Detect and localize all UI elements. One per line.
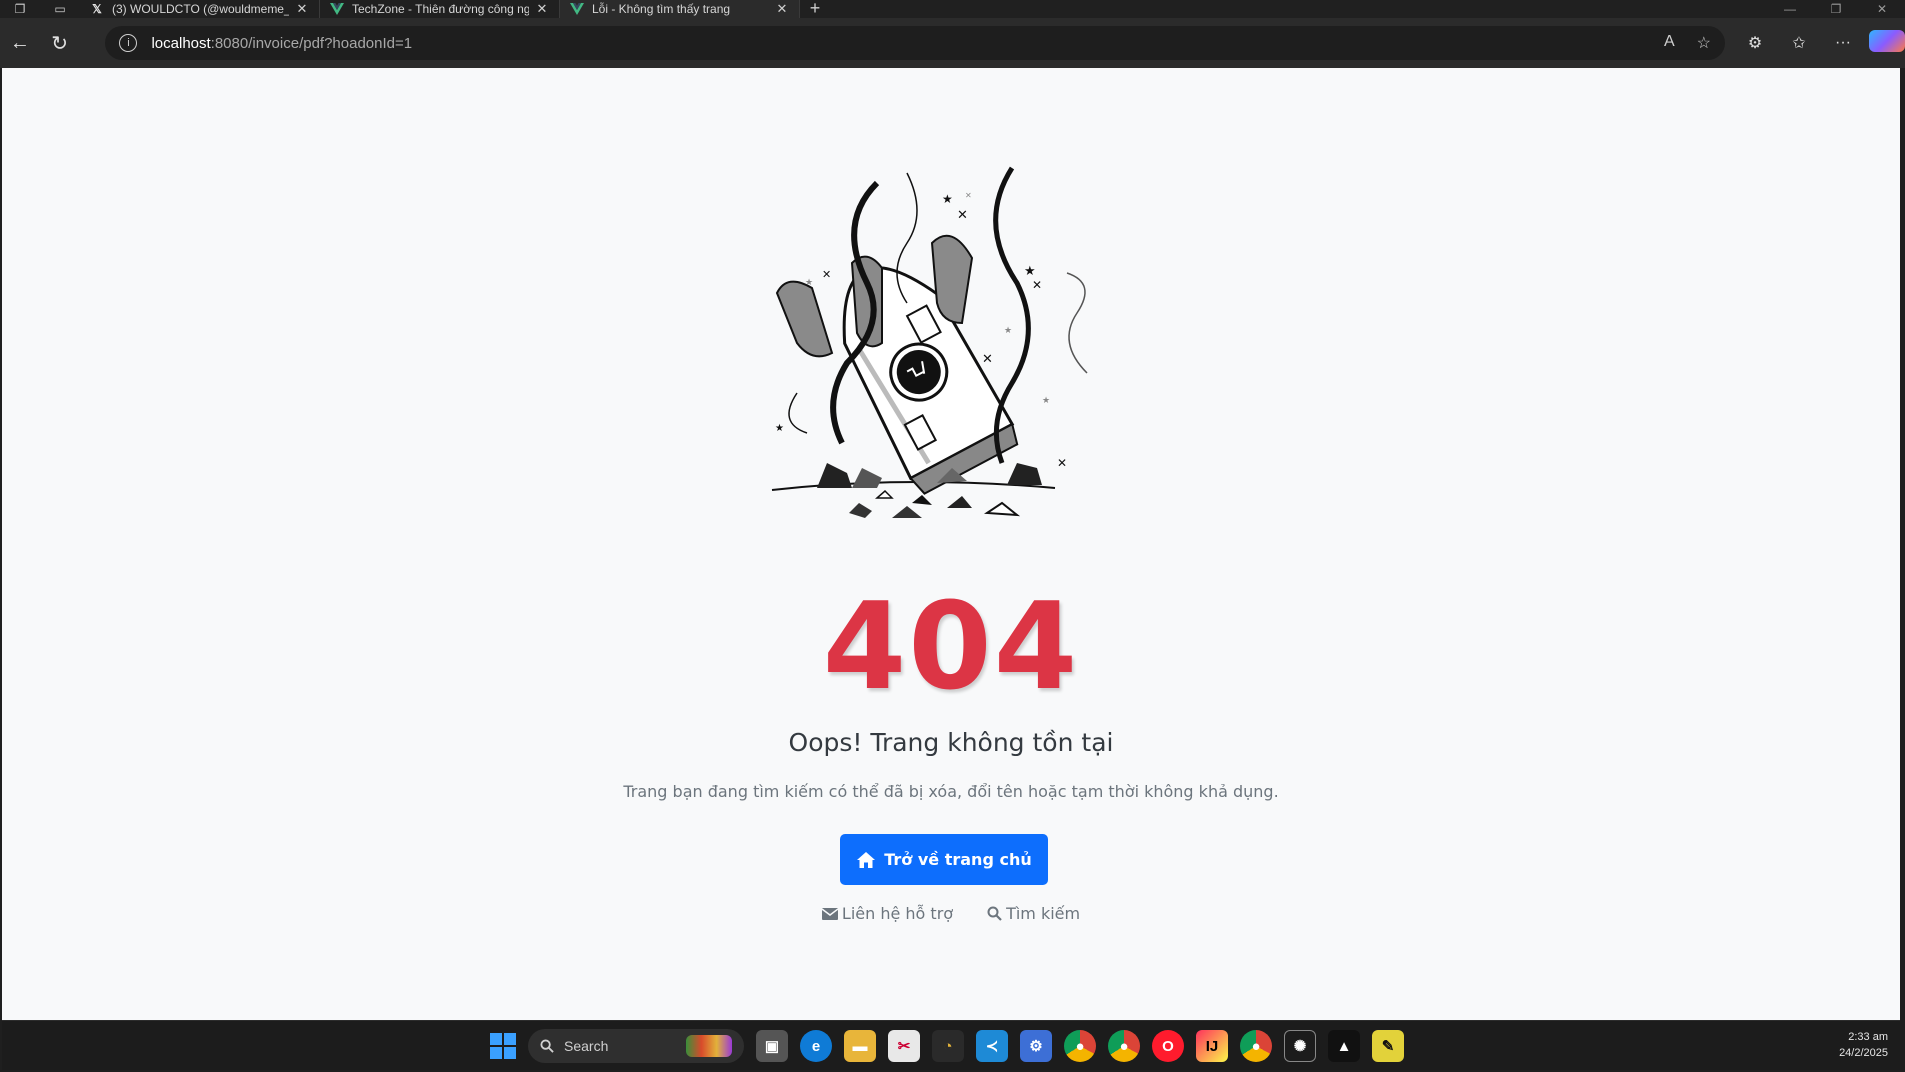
close-window-icon[interactable]: ✕: [1859, 0, 1905, 18]
error-description: Trang bạn đang tìm kiếm có thể đã bị xóa…: [623, 782, 1279, 801]
app-icon-3[interactable]: ▲: [1328, 1030, 1360, 1062]
opera-icon[interactable]: O: [1152, 1030, 1184, 1062]
tab-error[interactable]: Lỗi - Không tìm thấy trang ✕: [560, 0, 800, 18]
home-button-label: Trở về trang chủ: [884, 850, 1032, 869]
site-info-icon[interactable]: i: [119, 34, 138, 52]
start-button-icon[interactable]: [490, 1033, 516, 1059]
clock-date: 24/2/2025: [1839, 1047, 1888, 1059]
app-icon[interactable]: ◔: [932, 1030, 964, 1062]
task-view-icon[interactable]: ▣: [756, 1030, 788, 1062]
search-link[interactable]: Tìm kiếm: [987, 904, 1080, 923]
edge-icon[interactable]: e: [800, 1030, 832, 1062]
back-icon[interactable]: ←: [0, 23, 40, 63]
windows-taskbar: Search ▣ e ▬ ✂ ◔ ≺ ⚙ ● ● O IJ ● ✺ ▲ ✎ 2:…: [2, 1020, 1900, 1070]
error-code: 404: [822, 578, 1080, 717]
error-headline: Oops! Trang không tồn tại: [788, 728, 1114, 757]
chatgpt-icon[interactable]: ✺: [1284, 1030, 1316, 1062]
vertical-tabs-icon[interactable]: ▭: [40, 0, 80, 18]
chrome-icon[interactable]: ●: [1064, 1030, 1096, 1062]
help-links: Liên hệ hỗ trợ Tìm kiếm: [2, 904, 1900, 923]
search-icon: [540, 1039, 554, 1053]
vscode-icon[interactable]: ≺: [976, 1030, 1008, 1062]
svg-text:✕: ✕: [982, 352, 993, 367]
svg-text:★: ★: [805, 278, 813, 288]
close-icon[interactable]: ✕: [295, 1, 309, 17]
restore-icon[interactable]: ❐: [1813, 0, 1859, 18]
search-highlight-icon: [686, 1035, 732, 1057]
file-explorer-icon[interactable]: ▬: [844, 1030, 876, 1062]
refresh-icon[interactable]: ↻: [40, 23, 80, 63]
close-icon[interactable]: ✕: [535, 1, 549, 17]
window-controls: — ❐ ✕: [1767, 0, 1905, 18]
taskbar-search[interactable]: Search: [528, 1029, 744, 1063]
taskbar-search-placeholder: Search: [564, 1038, 609, 1054]
chrome-icon-2[interactable]: ●: [1108, 1030, 1140, 1062]
new-tab-icon[interactable]: +: [800, 0, 830, 18]
contact-support-label: Liên hệ hỗ trợ: [841, 904, 954, 923]
chrome-icon-3[interactable]: ●: [1240, 1030, 1272, 1062]
svg-text:✕: ✕: [1057, 456, 1067, 470]
vue-logo-icon: [570, 2, 584, 16]
contact-support-link[interactable]: Liên hệ hỗ trợ: [821, 904, 954, 923]
browser-toolbar: ← ↻ i localhost:8080/invoice/pdf?hoadonI…: [0, 18, 1905, 68]
x-logo-icon: 𝕏: [92, 2, 102, 16]
svg-text:★: ★: [942, 192, 953, 206]
favorite-star-icon[interactable]: ☆: [1697, 33, 1711, 53]
jetbrains-icon[interactable]: IJ: [1196, 1030, 1228, 1062]
svg-text:★: ★: [775, 423, 784, 434]
tab-twitter[interactable]: 𝕏 (3) WOULDCTO (@wouldmeme_s ✕: [80, 0, 320, 18]
system-clock[interactable]: 2:33 am 24/2/2025: [1839, 1029, 1888, 1061]
url-path: :8080/invoice/pdf?hoadonId=1: [210, 34, 413, 52]
svg-text:✕: ✕: [1032, 278, 1042, 292]
vue-logo-icon: [330, 2, 344, 16]
close-icon[interactable]: ✕: [775, 1, 789, 17]
app-icon-2[interactable]: ⚙: [1020, 1030, 1052, 1062]
snipping-tool-icon[interactable]: ✂: [888, 1030, 920, 1062]
more-menu-icon[interactable]: ···: [1825, 34, 1861, 52]
app-icon-4[interactable]: ✎: [1372, 1030, 1404, 1062]
tab-techzone[interactable]: TechZone - Thiên đường công ng ✕: [320, 0, 560, 18]
read-aloud-icon[interactable]: A: [1664, 33, 1675, 53]
address-bar[interactable]: i localhost:8080/invoice/pdf?hoadonId=1 …: [105, 26, 1725, 60]
home-icon: [857, 851, 876, 868]
extensions-icon[interactable]: ⚙: [1737, 33, 1773, 53]
search-icon: [987, 906, 1002, 921]
svg-text:★: ★: [1024, 264, 1036, 279]
url-host: localhost: [151, 34, 211, 52]
envelope-icon: [821, 907, 838, 920]
screen: ❐ ▭ 𝕏 (3) WOULDCTO (@wouldmeme_s ✕ TechZ…: [0, 0, 1905, 1072]
minimize-icon[interactable]: —: [1767, 0, 1813, 18]
error-page: ★ ✕ ★ ✕ ✕ ✕ ✕ ★ ★ ★ ★ ✕ 404 Oops! Trang …: [2, 68, 1900, 1020]
svg-text:✕: ✕: [822, 268, 831, 281]
tab-strip: ❐ ▭ 𝕏 (3) WOULDCTO (@wouldmeme_s ✕ TechZ…: [0, 0, 1905, 18]
tab-title: Lỗi - Không tìm thấy trang: [592, 2, 731, 16]
svg-text:★: ★: [1004, 326, 1012, 336]
crashed-rocket-illustration: ★ ✕ ★ ✕ ✕ ✕ ✕ ★ ★ ★ ★ ✕: [771, 166, 1088, 518]
tab-title: TechZone - Thiên đường công ng: [352, 2, 529, 16]
favorites-icon[interactable]: ✩: [1781, 33, 1817, 53]
clock-time: 2:33 am: [1848, 1031, 1888, 1043]
svg-text:★: ★: [1042, 396, 1050, 406]
svg-text:✕: ✕: [957, 208, 968, 223]
workspaces-icon[interactable]: ❐: [0, 0, 40, 18]
home-button[interactable]: Trở về trang chủ: [840, 834, 1048, 885]
svg-text:✕: ✕: [965, 191, 972, 200]
copilot-icon[interactable]: [1868, 29, 1905, 57]
search-link-label: Tìm kiếm: [1006, 904, 1081, 923]
tab-title: (3) WOULDCTO (@wouldmeme_s: [112, 2, 289, 16]
